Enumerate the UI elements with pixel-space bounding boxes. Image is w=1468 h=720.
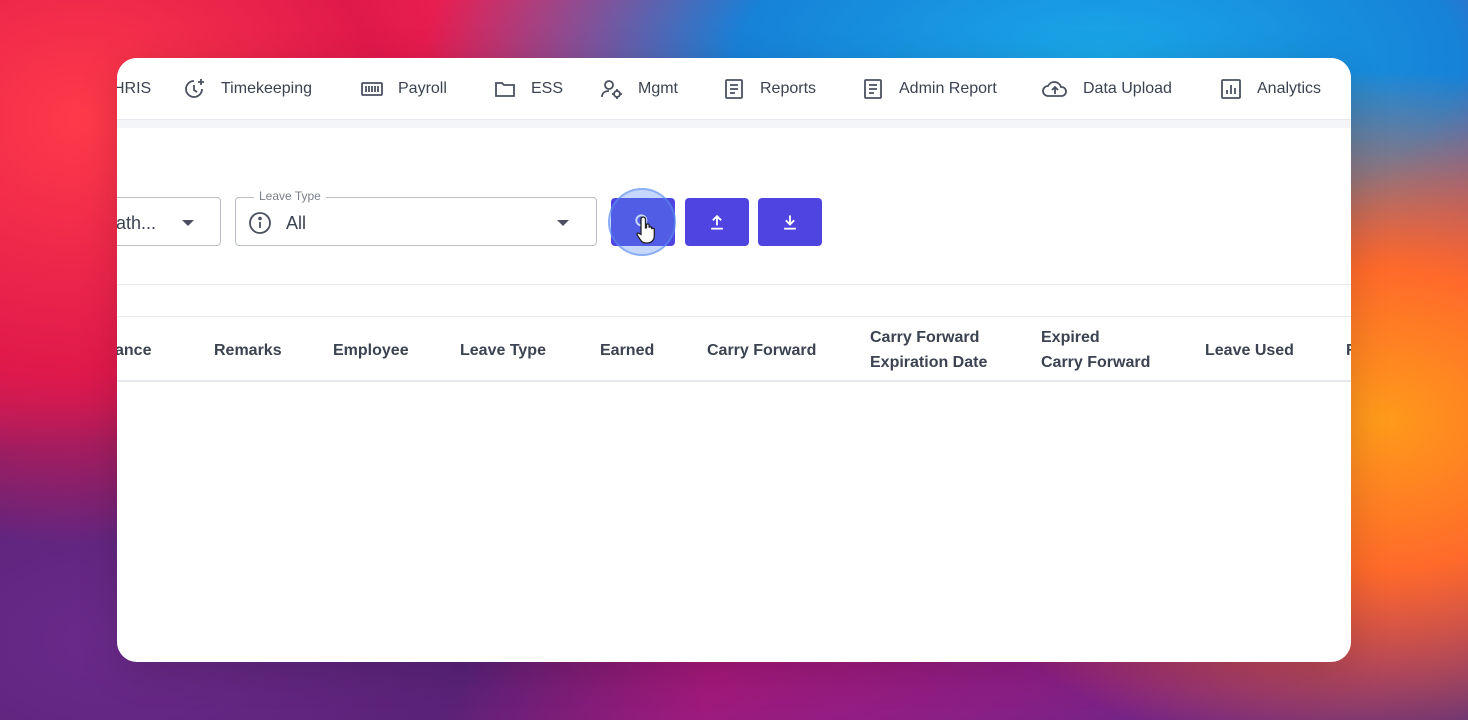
column-header-leave-used[interactable]: Leave Used xyxy=(1205,338,1294,363)
nav-item-label: Mgmt xyxy=(638,79,678,97)
nav-item-label: Timekeeping xyxy=(221,79,313,97)
nav-item-label: Data Upload xyxy=(1083,79,1172,97)
column-header-carry-forward-expiration-date[interactable]: Carry Forward Expiration Date xyxy=(870,325,987,375)
cloud-upload-icon xyxy=(1042,80,1067,97)
upload-icon xyxy=(711,214,723,230)
column-header-earned[interactable]: Earned xyxy=(600,338,654,363)
chevron-down-icon xyxy=(557,220,569,226)
column-header-balance[interactable]: ance xyxy=(117,338,151,363)
nav-item-ess[interactable]: ESS xyxy=(493,58,563,119)
nav-item-label: Payroll xyxy=(398,79,447,97)
column-header-remarks[interactable]: Remarks xyxy=(214,338,282,363)
column-header-carry-forward[interactable]: Carry Forward xyxy=(707,338,816,363)
info-icon xyxy=(249,212,271,234)
nav-item-label: Analytics xyxy=(1257,79,1322,97)
document-icon xyxy=(725,78,743,99)
filter-select-value: ath... xyxy=(117,213,157,233)
nav-item-payroll[interactable]: Payroll xyxy=(360,58,447,119)
upload-button[interactable] xyxy=(685,198,749,246)
table-header: ance Remarks Employee Leave Type Earned … xyxy=(117,316,1351,382)
nav-shadow-band xyxy=(117,120,1351,128)
column-header-truncated[interactable]: R xyxy=(1346,338,1351,363)
nav-item-label: Reports xyxy=(760,79,817,97)
leave-type-legend: Leave Type xyxy=(254,189,326,203)
nav-item-data-upload[interactable]: Data Upload xyxy=(1041,58,1172,119)
top-navigation: HRIS Timekeeping Payroll ESS Mgmt Report… xyxy=(117,58,1351,120)
column-header-leave-type[interactable]: Leave Type xyxy=(460,338,546,363)
clock-plus-icon xyxy=(185,78,204,98)
folder-icon xyxy=(495,81,515,97)
nav-item-timekeeping[interactable]: Timekeeping xyxy=(183,58,312,119)
section-divider xyxy=(117,284,1351,285)
nav-item-reports[interactable]: Reports xyxy=(722,58,816,119)
leave-type-select[interactable]: Leave Type All xyxy=(235,189,597,246)
column-header-expired-carry-forward[interactable]: Expired Carry Forward xyxy=(1041,325,1150,375)
download-icon xyxy=(784,215,796,230)
nav-item-analytics[interactable]: Analytics xyxy=(1219,58,1321,119)
nav-item-admin-report[interactable]: Admin Report xyxy=(861,58,997,119)
column-header-employee[interactable]: Employee xyxy=(333,338,409,363)
payroll-icon xyxy=(361,81,383,96)
app-window: HRIS Timekeeping Payroll ESS Mgmt Report… xyxy=(117,58,1351,662)
download-button[interactable] xyxy=(758,198,822,246)
bar-chart-icon xyxy=(1221,78,1241,99)
nav-item-label: ESS xyxy=(531,79,564,97)
document-icon xyxy=(864,78,882,99)
nav-item-label: Admin Report xyxy=(899,79,997,97)
chevron-down-icon xyxy=(182,220,194,226)
user-gear-icon xyxy=(601,79,622,99)
nav-item-label: HRIS xyxy=(117,79,152,97)
nav-item-mgmt[interactable]: Mgmt xyxy=(600,58,678,119)
hand-cursor-icon xyxy=(636,216,655,244)
nav-item-hris[interactable]: HRIS xyxy=(117,58,151,119)
leave-type-value: All xyxy=(286,213,307,233)
filter-select[interactable]: ath... xyxy=(117,197,221,246)
